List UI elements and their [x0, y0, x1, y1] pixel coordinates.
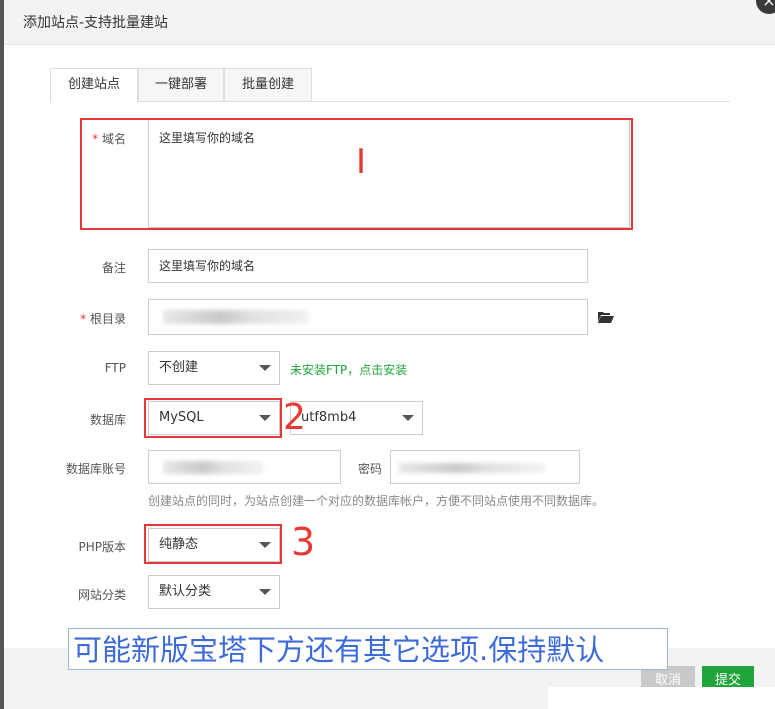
- annotation-number-3: 3: [291, 520, 316, 564]
- annotation-overlay-text: 可能新版宝塔下方还有其它选项.保持默认: [68, 628, 668, 670]
- db-account-label: 数据库账号: [65, 462, 126, 476]
- blurred-account: [163, 461, 263, 474]
- annotation-box-3: [144, 524, 282, 564]
- page-background-strip: [548, 687, 775, 709]
- php-version-label: PHP版本: [78, 540, 127, 554]
- site-category-select[interactable]: 默认分类: [148, 575, 280, 609]
- window-left-edge: [0, 0, 4, 709]
- annotation-box-2: [144, 398, 282, 438]
- tab-one-click-deploy[interactable]: 一键部署: [138, 68, 224, 102]
- annotation-number-2: 2: [283, 397, 306, 438]
- db-account-input[interactable]: [148, 450, 341, 484]
- chevron-down-icon: [259, 365, 271, 371]
- db-password-input[interactable]: [390, 450, 580, 484]
- db-password-label: 密码: [357, 462, 382, 476]
- database-label: 数据库: [89, 413, 126, 427]
- db-hint-text: 创建站点的同时，为站点创建一个对应的数据库帐户，方便不同站点使用不同数据库。: [148, 494, 605, 508]
- ftp-install-link[interactable]: 未安装FTP，点击安装: [290, 361, 407, 378]
- site-category-label: 网站分类: [77, 588, 126, 602]
- tab-batch-create[interactable]: 批量创建: [224, 68, 312, 102]
- annotation-number-1: I: [356, 142, 367, 182]
- ftp-select[interactable]: 不创建: [148, 351, 280, 385]
- root-dir-input[interactable]: [148, 299, 588, 335]
- root-dir-label: * 根目录: [80, 312, 126, 326]
- remark-label: 备注: [101, 261, 126, 275]
- chevron-down-icon: [402, 415, 414, 421]
- tab-bar: 创建站点 一键部署 批量创建: [50, 68, 730, 103]
- database-charset-select[interactable]: utf8mb4: [290, 401, 423, 435]
- blurred-path: [163, 310, 309, 324]
- remark-input[interactable]: 这里填写你的域名: [148, 249, 588, 283]
- dialog-title: 添加站点-支持批量建站: [23, 15, 169, 31]
- folder-open-icon[interactable]: [598, 311, 614, 323]
- ftp-label: FTP: [104, 361, 126, 375]
- tab-create-site[interactable]: 创建站点: [50, 68, 138, 103]
- chevron-down-icon: [259, 589, 271, 595]
- blurred-password: [399, 463, 545, 473]
